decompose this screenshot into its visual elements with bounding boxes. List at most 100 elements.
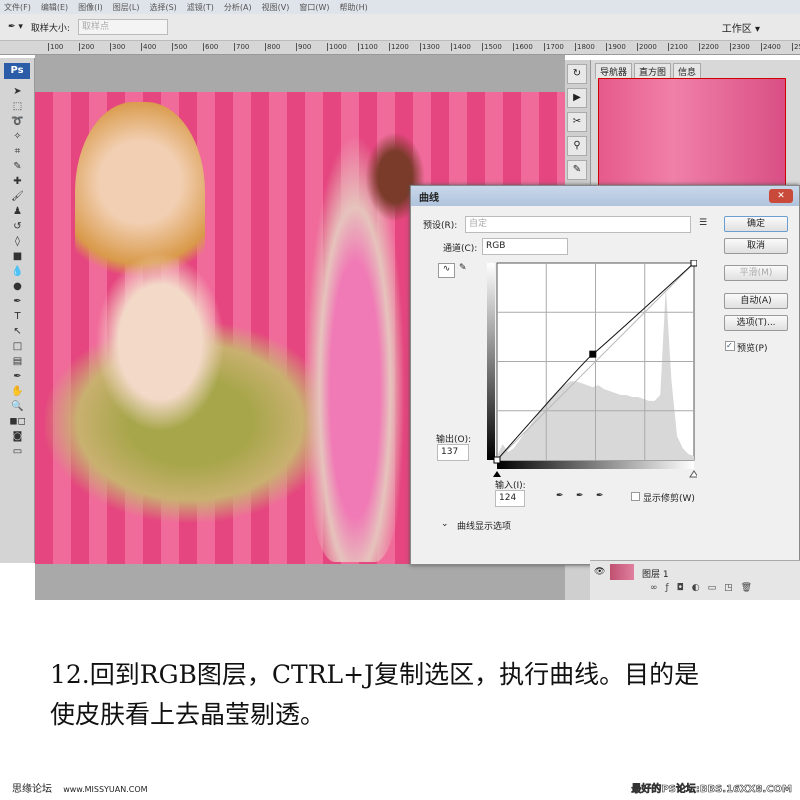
menu-filter[interactable]: 滤镜(T) [187,2,214,13]
layer-thumbnail[interactable] [610,564,634,580]
menu-edit[interactable]: 编辑(E) [41,2,68,13]
footer-url: www.MISSYUAN.COM [63,785,148,794]
footer-left: 思缘论坛 www.MISSYUAN.COM [12,780,148,795]
history-brush-icon[interactable]: ↺ [0,219,35,234]
brushes-icon[interactable]: ✎ [567,160,587,180]
footer-right: 最好的PS论坛:BBS.16XX8.COM [631,784,792,796]
ruler-tick: 1200 [389,43,409,51]
white-point-slider [689,470,697,478]
shape-tool-icon[interactable]: □ [0,339,35,354]
menu-view[interactable]: 视图(V) [262,2,290,13]
layer-name[interactable]: 图层 1 [642,567,669,580]
lasso-tool-icon[interactable]: ➰ [0,114,35,129]
black-point-eyedropper-icon[interactable]: ✒ [556,491,564,501]
tools-preset-icon[interactable]: ✂ [567,112,587,132]
show-clipping-label: 显示修剪(W) [643,494,695,504]
layers-panel: 👁 图层 1 ∞ƒ◘◐▭◳🗑 [590,560,800,600]
layer-actions-icons[interactable]: ∞ƒ◘◐▭◳🗑 [650,583,760,593]
menu-layer[interactable]: 图层(L) [113,2,140,13]
show-clipping-checkbox[interactable] [631,492,640,501]
white-point-eyedropper-icon[interactable]: ✒ [596,491,604,501]
slice-tool-icon[interactable]: ✎ [0,159,35,174]
eraser-tool-icon[interactable]: ◊ [0,234,35,249]
zoom-tool-icon[interactable]: 🔍 [0,399,35,414]
type-tool-icon[interactable]: T [0,309,35,324]
menu-window[interactable]: 窗口(W) [299,2,329,13]
menu-help[interactable]: 帮助(H) [340,2,368,13]
sample-size-select[interactable]: 取样点 [77,19,168,35]
black-point-slider [493,471,501,477]
hand-tool-icon[interactable]: ✋ [0,384,35,399]
history-icon[interactable]: ↻ [567,64,587,84]
ruler-tick: 2000 [637,43,657,51]
ruler-tick: 1000 [327,43,347,51]
output-field[interactable]: 137 [437,444,469,461]
preview-checkbox[interactable]: ✓ [725,341,735,351]
curves-graph[interactable] [477,260,697,480]
ruler-tick: 1400 [451,43,471,51]
pen-tool-icon[interactable]: ✒ [0,294,35,309]
dodge-tool-icon[interactable]: ● [0,279,35,294]
toolbox: Ps ➤ ⬚ ➰ ✧ ⌗ ✎ ✚ 🖌 ♟ ↺ ◊ ■ 💧 ● ✒ T ↖ □ ▤… [0,58,35,563]
marquee-tool-icon[interactable]: ⬚ [0,99,35,114]
footer-site-name: 思缘论坛 [12,784,52,795]
ruler-tick: 1500 [482,43,502,51]
gradient-tool-icon[interactable]: ■ [0,249,35,264]
brush-tool-icon[interactable]: 🖌 [0,189,35,204]
ruler-tick: 2400 [761,43,781,51]
pencil-tool-icon[interactable]: ✎ [459,263,467,273]
expand-options-icon[interactable]: ⌄ [441,519,449,529]
caption-line-2: 使皮肤看上去晶莹剔透。 [50,700,326,729]
tab-info[interactable]: 信息 [673,63,702,79]
tutorial-caption: 12.回到RGB图层，CTRL+J复制选区，执行曲线。目的是 使皮肤看上去晶莹剔… [50,655,770,735]
close-button[interactable]: ✕ [769,189,793,203]
ruler-tick: 900 [296,43,312,51]
curve-control-point [493,456,501,464]
options-button[interactable]: 选项(T)... [724,315,788,331]
menu-select[interactable]: 选择(S) [149,2,176,13]
input-gradient-bar [497,461,694,469]
cancel-button[interactable]: 取消 [724,238,788,254]
crop-tool-icon[interactable]: ⌗ [0,144,35,159]
color-swatches-icon[interactable]: ◼◻ [0,414,35,429]
eyedropper-icon[interactable]: ✒ ▾ [8,22,23,32]
sample-size-label: 取样大小: [30,23,70,34]
menu-image[interactable]: 图像(I) [78,2,103,13]
ok-button[interactable]: 确定 [724,216,788,232]
preset-select[interactable]: 自定 [465,216,691,233]
menu-analysis[interactable]: 分析(A) [224,2,252,13]
curve-display-options[interactable]: 曲线显示选项 [457,519,511,532]
input-field[interactable]: 124 [495,490,525,507]
preset-options-icon[interactable]: ☰ [699,218,707,228]
channel-select[interactable]: RGB [482,238,568,255]
ps-logo: Ps [4,63,30,79]
clone-source-icon[interactable]: ⚲ [567,136,587,156]
auto-button[interactable]: 自动(A) [724,293,788,309]
smooth-button[interactable]: 平滑(M) [724,265,788,281]
visibility-eye-icon[interactable]: 👁 [594,567,605,577]
tab-navigator[interactable]: 导航器 [595,63,633,79]
ruler: 100 200 300 400 500 600 700 800 900 1000 1100 1200 1… [0,41,800,55]
gray-point-eyedropper-icon[interactable]: ✒ [576,491,584,501]
screen-mode-icon[interactable]: ▭ [0,444,35,459]
stamp-tool-icon[interactable]: ♟ [0,204,35,219]
blur-tool-icon[interactable]: 💧 [0,264,35,279]
menu-file[interactable]: 文件(F) [4,2,31,13]
healing-tool-icon[interactable]: ✚ [0,174,35,189]
actions-icon[interactable]: ▶ [567,88,587,108]
notes-tool-icon[interactable]: ▤ [0,354,35,369]
navigator-thumbnail[interactable] [598,78,786,186]
ruler-tick: 1600 [513,43,533,51]
ruler-tick: 1800 [575,43,595,51]
ruler-tick: 2500 [792,43,800,51]
move-tool-icon[interactable]: ➤ [0,84,35,99]
dialog-title: 曲线 [411,186,799,206]
workspace-menu[interactable]: 工作区 ▾ [722,20,760,35]
curve-point-tool-icon[interactable]: ∿ [438,263,455,278]
magic-wand-icon[interactable]: ✧ [0,129,35,144]
quick-mask-icon[interactable]: ◙ [0,429,35,444]
path-select-icon[interactable]: ↖ [0,324,35,339]
ruler-tick: 1300 [420,43,440,51]
tab-histogram[interactable]: 直方图 [634,63,672,79]
eyedropper-tool-icon[interactable]: ✒ [0,369,35,384]
